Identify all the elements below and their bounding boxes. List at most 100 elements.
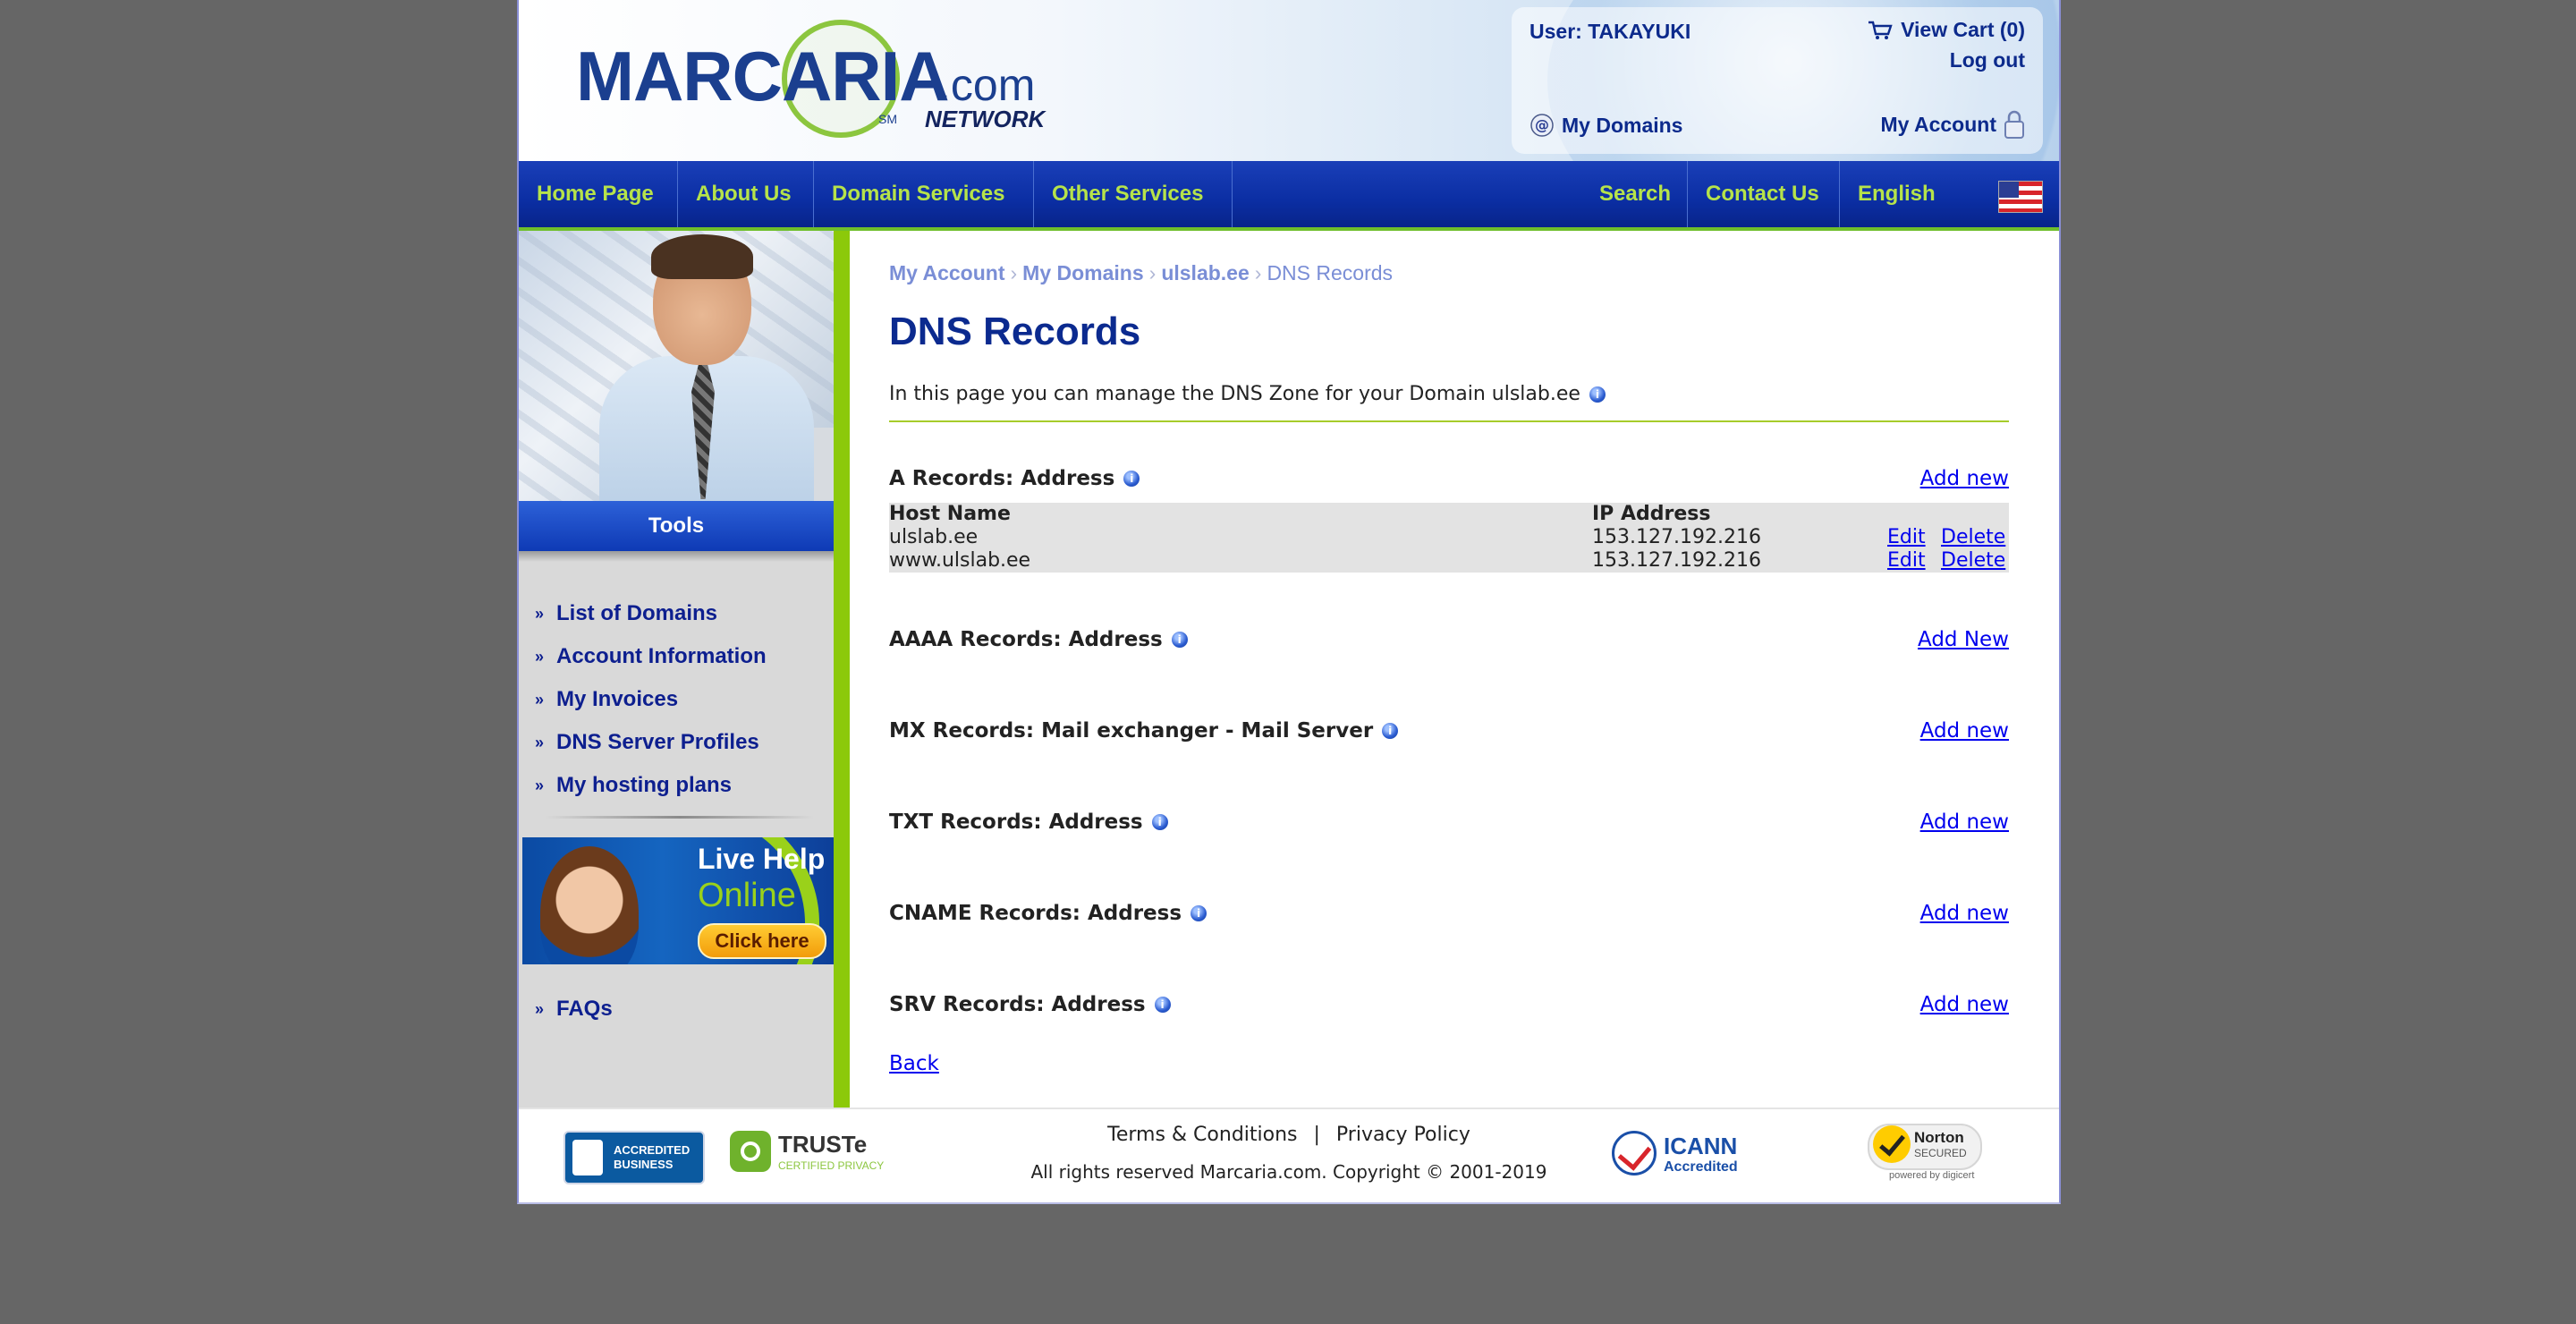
- icann-name: ICANN: [1664, 1133, 1738, 1159]
- norton-sub: SECURED: [1914, 1147, 1967, 1159]
- nav-contact-us[interactable]: Contact Us: [1687, 161, 1839, 227]
- nav-about-us[interactable]: About Us: [678, 161, 814, 227]
- sidebar: Tools » List of Domains » Account Inform…: [519, 231, 834, 1108]
- sidebar-item-my-hosting-plans[interactable]: » My hosting plans: [535, 764, 767, 807]
- faqs-menu: » FAQs: [535, 988, 613, 1031]
- sidebar-item-label: My Invoices: [556, 687, 679, 711]
- icann-badge[interactable]: ICANN Accredited: [1612, 1131, 1755, 1181]
- sidebar-item-faqs[interactable]: » FAQs: [535, 988, 613, 1031]
- row-edit-link[interactable]: Edit: [1887, 526, 1926, 548]
- sidebar-item-list-of-domains[interactable]: » List of Domains: [535, 592, 767, 635]
- info-icon[interactable]: i: [1151, 814, 1168, 830]
- breadcrumb: My Account › My Domains › ulslab.ee › DNS Reco…: [889, 261, 1393, 285]
- txt-records-add-new-link[interactable]: Add new: [1920, 811, 2009, 834]
- section-title-text: AAAA Records: Address: [889, 628, 1163, 651]
- privacy-link[interactable]: Privacy Policy: [1336, 1124, 1470, 1146]
- sidebar-divider: [546, 816, 814, 819]
- row-host: ulslab.ee: [889, 526, 979, 548]
- view-cart-link[interactable]: View Cart (0): [1867, 18, 2025, 42]
- main-nav: Home Page About Us Domain Services Other…: [519, 161, 2059, 231]
- page-title: DNS Records: [889, 310, 1141, 353]
- row-ip: 153.127.192.216: [1592, 549, 1761, 572]
- info-icon[interactable]: i: [1589, 386, 1606, 403]
- info-icon[interactable]: i: [1191, 905, 1208, 921]
- intro-divider: [889, 420, 2009, 422]
- copyright-text: All rights reserved Marcaria.com. Copyri…: [1030, 1161, 1547, 1183]
- chevron-double-icon: »: [535, 690, 545, 709]
- sidebar-item-my-invoices[interactable]: » My Invoices: [535, 678, 767, 721]
- mx-records-title: MX Records: Mail exchanger - Mail Server…: [889, 719, 1399, 743]
- logo-com: .com: [938, 60, 1036, 110]
- norton-name: Norton: [1914, 1129, 1964, 1146]
- at-icon: @: [1530, 114, 1554, 137]
- section-title-text: A Records: Address: [889, 467, 1115, 490]
- breadcrumb-domain[interactable]: ulslab.ee: [1161, 261, 1249, 284]
- sidebar-item-account-information[interactable]: » Account Information: [535, 635, 767, 678]
- section-title-text: CNAME Records: Address: [889, 902, 1182, 925]
- my-account-link[interactable]: My Account: [1881, 109, 2026, 140]
- back-link[interactable]: Back: [889, 1052, 939, 1075]
- page-intro: In this page you can manage the DNS Zone…: [889, 383, 1606, 405]
- chevron-double-icon: »: [535, 733, 545, 751]
- info-icon[interactable]: i: [1382, 723, 1399, 739]
- businessman-photo: [519, 231, 834, 501]
- live-help-button[interactable]: Click here: [698, 923, 826, 959]
- sidebar-item-label: DNS Server Profiles: [556, 730, 759, 754]
- icann-sub: Accredited: [1664, 1159, 1738, 1175]
- chevron-double-icon: »: [535, 999, 545, 1018]
- chevron-double-icon: »: [535, 776, 545, 794]
- row-delete-link[interactable]: Delete: [1941, 526, 2005, 548]
- intro-text: In this page you can manage the DNS Zone…: [889, 383, 1580, 405]
- user-box: User: TAKAYUKI View Cart (0) Log out @ M…: [1512, 7, 2043, 154]
- live-help-banner[interactable]: Live Help Online Click here: [522, 837, 834, 964]
- logo-network: NETWORK: [925, 106, 1046, 132]
- my-domains-link[interactable]: @ My Domains: [1530, 113, 1682, 138]
- nav-search[interactable]: Search: [1581, 161, 1687, 227]
- norton-secured-badge[interactable]: Norton SECURED powered by digicert: [1868, 1124, 1984, 1186]
- mx-records-add-new-link[interactable]: Add new: [1920, 719, 2009, 743]
- sidebar-item-label: FAQs: [556, 997, 613, 1021]
- nav-domain-services[interactable]: Domain Services: [814, 161, 1034, 227]
- us-flag-icon[interactable]: [1998, 181, 2043, 213]
- txt-records-title: TXT Records: Address i: [889, 811, 1168, 834]
- norton-powered: powered by digicert: [1889, 1170, 1975, 1181]
- marcaria-logo[interactable]: MARCARIA .com SM NETWORK: [576, 20, 1045, 138]
- a-records-title: A Records: Address i: [889, 467, 1140, 490]
- nav-home-page[interactable]: Home Page: [519, 161, 678, 227]
- info-icon[interactable]: i: [1154, 997, 1171, 1013]
- row-delete-link[interactable]: Delete: [1941, 549, 2005, 572]
- logo-sm: SM: [878, 112, 897, 126]
- row-edit-link[interactable]: Edit: [1887, 549, 1926, 572]
- header-host-name: Host Name: [889, 503, 1011, 525]
- header-ip-address: IP Address: [1592, 503, 1711, 525]
- info-icon[interactable]: i: [1171, 632, 1188, 648]
- breadcrumb-chevron-icon: ›: [1010, 261, 1018, 284]
- breadcrumb-my-account[interactable]: My Account: [889, 261, 1005, 284]
- cname-records-title: CNAME Records: Address i: [889, 902, 1208, 925]
- breadcrumb-chevron-icon: ›: [1254, 261, 1262, 284]
- cname-records-add-new-link[interactable]: Add new: [1920, 902, 2009, 925]
- lock-icon: [2004, 110, 2024, 139]
- sidebar-green-bar: [834, 231, 850, 1108]
- nav-english[interactable]: English: [1839, 161, 1973, 227]
- row-host: www.ulslab.ee: [889, 549, 1031, 572]
- a-records-add-new-link[interactable]: Add new: [1920, 467, 2009, 490]
- info-icon[interactable]: i: [1123, 471, 1140, 487]
- breadcrumb-my-domains[interactable]: My Domains: [1022, 261, 1143, 284]
- aaaa-records-title: AAAA Records: Address i: [889, 628, 1188, 651]
- my-domains-label: My Domains: [1562, 113, 1683, 137]
- section-title-text: MX Records: Mail exchanger - Mail Server: [889, 719, 1374, 743]
- sidebar-item-label: Account Information: [556, 644, 767, 668]
- srv-records-add-new-link[interactable]: Add new: [1920, 993, 2009, 1016]
- log-out-link[interactable]: Log out: [1950, 48, 2025, 72]
- chevron-double-icon: »: [535, 604, 545, 623]
- aaaa-records-add-new-link[interactable]: Add New: [1918, 628, 2009, 651]
- sidebar-item-dns-server-profiles[interactable]: » DNS Server Profiles: [535, 721, 767, 764]
- photo-hair: [651, 234, 753, 279]
- live-help-online: Online: [698, 877, 796, 914]
- chevron-double-icon: »: [535, 647, 545, 666]
- live-help-title: Live Help: [698, 843, 826, 875]
- nav-other-services[interactable]: Other Services: [1034, 161, 1233, 227]
- logo-text: MARCARIA: [576, 37, 950, 115]
- terms-link[interactable]: Terms & Conditions: [1107, 1124, 1297, 1146]
